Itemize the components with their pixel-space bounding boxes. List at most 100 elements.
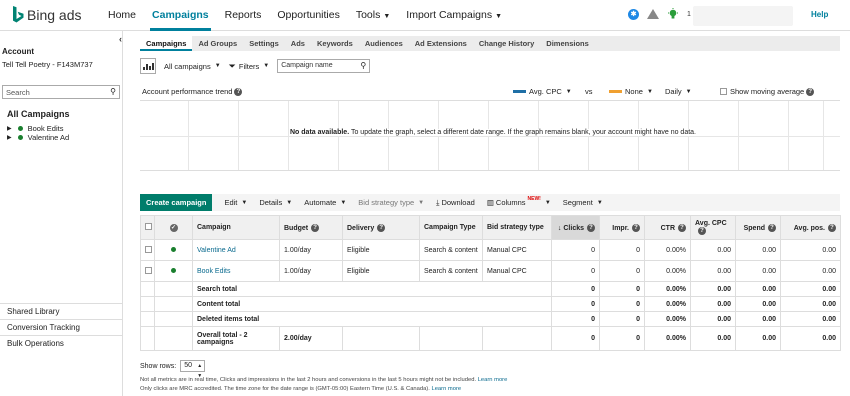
bid-strategy-dropdown[interactable]: Bid strategy type ▼ — [358, 198, 424, 207]
tab-dimensions[interactable]: Dimensions — [540, 36, 595, 51]
segment-dropdown[interactable]: Segment ▼ — [563, 198, 603, 207]
moving-average-checkbox[interactable] — [720, 88, 727, 95]
collapse-sidebar-icon[interactable]: ‹ — [119, 34, 122, 44]
select-all-checkbox[interactable] — [145, 223, 152, 230]
help-icon[interactable]: ? — [678, 223, 686, 232]
warning-icon[interactable] — [647, 9, 659, 19]
caret-down-icon: ▼ — [214, 63, 221, 69]
lightbulb-icon[interactable] — [667, 8, 679, 20]
row-checkbox[interactable] — [145, 266, 152, 274]
campaign-scope-dropdown[interactable]: All campaigns ▼ — [164, 62, 221, 71]
details-dropdown[interactable]: Details ▼ — [259, 198, 292, 207]
bing-ads-logo[interactable]: Bing ads — [12, 6, 81, 24]
tab-keywords[interactable]: Keywords — [311, 36, 359, 51]
trend-header: Account performance trend? Avg. CPC ▼ vs… — [140, 87, 840, 99]
budget-cell[interactable]: 1.00/day — [279, 239, 343, 261]
learn-more-link[interactable]: Learn more — [431, 386, 461, 392]
row-select-cell[interactable] — [140, 260, 155, 282]
nav-campaigns[interactable]: Campaigns — [144, 0, 217, 31]
nav-tools[interactable]: Tools ▼ — [348, 0, 398, 31]
campaign-name-link[interactable]: Book Edits — [192, 260, 280, 282]
delivery-column-header[interactable]: Delivery? — [342, 215, 420, 240]
avg-pos-column-header[interactable]: Avg. pos.? — [780, 215, 841, 240]
moving-average-toggle[interactable]: Show moving average ? — [720, 87, 815, 96]
ctr-column-header[interactable]: CTR? — [644, 215, 691, 240]
all-campaigns-link[interactable]: All Campaigns — [7, 109, 70, 119]
search-icon[interactable]: ⚲ — [360, 61, 366, 70]
filters-dropdown[interactable]: ⏷ Filters ▼ — [229, 61, 270, 72]
tab-ad-extensions[interactable]: Ad Extensions — [409, 36, 473, 51]
impr-column-header[interactable]: Impr.? — [599, 215, 645, 240]
campaign-name-search[interactable]: Campaign name ⚲ — [277, 59, 371, 73]
search-icon[interactable]: ⚲ — [110, 87, 116, 96]
sidebar-search-input[interactable]: Search ⚲ — [2, 85, 120, 99]
help-icon[interactable]: ? — [234, 88, 243, 97]
chart-toggle-icon[interactable] — [140, 58, 156, 74]
help-icon[interactable]: ? — [632, 223, 640, 232]
tab-change-history[interactable]: Change History — [473, 36, 540, 51]
settings-gear-icon[interactable]: ✱ — [628, 8, 639, 20]
download-button[interactable]: ⤓ Download — [436, 198, 475, 208]
ctr-header-label: CTR — [660, 224, 675, 232]
tab-ads[interactable]: Ads — [285, 36, 311, 51]
help-icon[interactable]: ? — [377, 223, 386, 232]
impr-header-label: Impr. — [612, 224, 629, 232]
period-selector[interactable]: Daily ▼ — [665, 87, 692, 96]
avg-cpc-cell: 0.00 — [690, 260, 736, 282]
help-icon[interactable]: ? — [587, 223, 595, 232]
table-row[interactable]: Book Edits 1.00/day Eligible Search & co… — [140, 260, 841, 282]
expand-triangle-icon[interactable]: ▶ — [7, 134, 12, 141]
no-data-message: No data available. To update the graph, … — [290, 129, 696, 136]
budget-column-header[interactable]: Budget? — [279, 215, 343, 240]
metric1-selector[interactable]: Avg. CPC ▼ — [513, 87, 572, 96]
help-icon[interactable]: ? — [806, 87, 815, 96]
help-icon[interactable]: ? — [698, 227, 706, 235]
clicks-column-header[interactable]: ↓ Clicks? — [551, 215, 600, 240]
tab-audiences[interactable]: Audiences — [359, 36, 409, 51]
nav-opportunities[interactable]: Opportunities — [269, 0, 347, 31]
help-icon[interactable]: ? — [768, 223, 776, 232]
tab-ad-groups[interactable]: Ad Groups — [192, 36, 243, 51]
help-icon[interactable]: ? — [828, 223, 836, 232]
tab-campaigns[interactable]: Campaigns — [140, 36, 193, 51]
bulk-operations-link[interactable]: Bulk Operations — [0, 335, 123, 351]
avg-cpc-cell: 0.00 — [690, 326, 736, 351]
columns-dropdown[interactable]: ▥ Columns NEW! ▼ — [487, 196, 551, 208]
nav-home[interactable]: Home — [100, 0, 144, 31]
help-icon[interactable]: ? — [311, 223, 320, 232]
create-campaign-button[interactable]: Create campaign — [140, 194, 213, 211]
show-rows-select[interactable]: 50 ▲ ▼ — [180, 360, 206, 379]
ctr-cell: 0.00% — [644, 239, 691, 261]
automate-dropdown[interactable]: Automate ▼ — [304, 198, 346, 207]
row-select-cell[interactable] — [140, 239, 155, 261]
status-icon: ✓ — [169, 223, 178, 232]
learn-more-link[interactable]: Learn more — [478, 377, 508, 383]
nav-import-campaigns[interactable]: Import Campaigns ▼ — [398, 0, 510, 31]
tab-settings[interactable]: Settings — [243, 36, 285, 51]
select-all-header[interactable] — [140, 215, 155, 240]
expand-triangle-icon[interactable]: ▶ — [7, 125, 12, 132]
row-checkbox[interactable] — [145, 245, 152, 253]
metric2-selector[interactable]: None ▼ — [609, 87, 653, 96]
campaign-search-value: Campaign name — [281, 62, 333, 69]
bid-strategy-column-header[interactable]: Bid strategy type — [482, 215, 552, 240]
edit-dropdown[interactable]: Edit ▼ — [224, 198, 247, 207]
spend-column-header[interactable]: Spend? — [735, 215, 781, 240]
campaign-name-link[interactable]: Valentine Ad — [192, 239, 280, 261]
details-label: Details — [259, 198, 283, 207]
budget-cell[interactable]: 1.00/day — [279, 260, 343, 282]
sidebar-campaign-item[interactable]: ▶ Valentine Ad — [7, 133, 69, 142]
status-active-icon — [17, 135, 23, 140]
conversion-tracking-link[interactable]: Conversion Tracking — [0, 319, 123, 335]
status-header[interactable]: ✓ — [154, 215, 193, 240]
campaign-column-header[interactable]: Campaign — [192, 215, 280, 240]
ctr-cell: 0.00% — [644, 260, 691, 282]
help-link[interactable]: Help — [811, 10, 828, 19]
account-selector[interactable] — [693, 6, 793, 26]
sidebar-campaign-item[interactable]: ▶ Book Edits — [7, 124, 63, 133]
campaign-type-column-header[interactable]: Campaign Type — [419, 215, 483, 240]
nav-reports[interactable]: Reports — [217, 0, 270, 31]
shared-library-link[interactable]: Shared Library — [0, 303, 123, 319]
avg-cpc-column-header[interactable]: Avg. CPC? — [690, 215, 736, 240]
table-row[interactable]: Valentine Ad 1.00/day Eligible Search & … — [140, 239, 841, 261]
